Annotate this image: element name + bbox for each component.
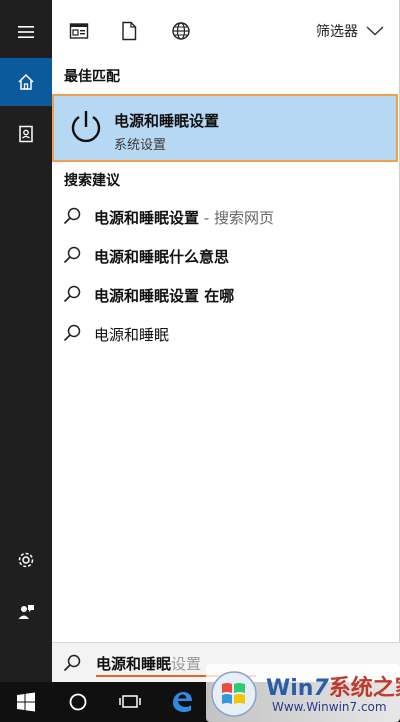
home-button[interactable] — [0, 58, 52, 106]
suggestion-query: 电源和睡眠什么意思 — [94, 248, 230, 266]
best-match-heading: 最佳匹配 — [64, 69, 120, 85]
gear-icon — [18, 552, 34, 568]
feedback-icon — [18, 605, 34, 619]
search-typed-text: 电源和睡眠 — [96, 655, 172, 673]
suggestion-text: 电源和睡眠什么意思 — [94, 246, 229, 267]
suggestion-query: 电源和睡眠 — [94, 326, 170, 344]
search-results-pane: 筛选器 最佳匹配 电源和睡眠设置 系统设置 搜索建议 电源和睡眠设置 - 搜索网… — [52, 0, 400, 682]
app-window-icon — [69, 23, 89, 39]
web-filter-button[interactable] — [168, 18, 194, 44]
power-icon — [66, 106, 106, 150]
chevron-down-icon — [366, 26, 384, 36]
menu-button[interactable] — [0, 8, 52, 56]
feedback-button[interactable] — [0, 588, 52, 636]
watermark-brand-number: 7 — [313, 676, 329, 701]
suggestion-text: 电源和睡眠设置 在哪 — [94, 285, 234, 306]
cortana-circle-icon — [69, 693, 87, 711]
edge-browser-button[interactable] — [156, 682, 208, 722]
search-icon — [63, 207, 81, 225]
start-button[interactable] — [0, 682, 52, 722]
best-match-result[interactable]: 电源和睡眠设置 系统设置 — [52, 94, 398, 162]
search-icon — [63, 285, 81, 303]
document-icon — [122, 21, 137, 41]
suggestion-item[interactable]: 电源和睡眠 — [52, 316, 398, 350]
filter-toolbar: 筛选器 — [52, 0, 400, 58]
filter-label: 筛选器 — [316, 24, 358, 40]
filter-dropdown[interactable]: 筛选器 — [316, 20, 384, 42]
suggestion-query: 电源和睡眠设置 在哪 — [94, 287, 235, 305]
suggestion-text: 电源和睡眠设置 - 搜索网页 — [94, 207, 274, 228]
suggestion-text: 电源和睡眠 — [94, 324, 169, 345]
suggestion-hint: - 搜索网页 — [199, 209, 274, 227]
best-match-subtitle: 系统设置 — [114, 138, 167, 153]
apps-filter-button[interactable] — [66, 18, 92, 44]
settings-button[interactable] — [0, 536, 52, 584]
task-view-icon — [119, 695, 141, 708]
suggestions-heading: 搜索建议 — [64, 173, 120, 189]
windows-logo-icon — [17, 692, 35, 712]
search-query: 电源和睡眠设置 — [96, 653, 201, 674]
watermark-brand-prefix: Win — [266, 676, 314, 701]
suggestion-item[interactable]: 电源和睡眠设置 在哪 — [52, 277, 398, 311]
site-watermark: Win7系统之家 Www.Winwin7.com — [206, 664, 400, 722]
task-view-button[interactable] — [104, 682, 156, 722]
home-icon — [18, 73, 34, 90]
hamburger-icon — [18, 26, 34, 38]
search-window: 筛选器 最佳匹配 电源和睡眠设置 系统设置 搜索建议 电源和睡眠设置 - 搜索网… — [0, 0, 400, 722]
windows7-logo-icon — [211, 671, 257, 717]
edge-icon — [173, 692, 192, 712]
watermark-url: Www.Winwin7.com — [272, 700, 387, 714]
search-icon — [63, 324, 81, 342]
left-rail — [0, 0, 52, 682]
documents-filter-button[interactable] — [116, 18, 142, 44]
notebook-button[interactable] — [0, 110, 52, 158]
suggestion-item[interactable]: 电源和睡眠什么意思 — [52, 238, 398, 272]
search-autocomplete-text: 设置 — [171, 655, 202, 673]
search-icon — [63, 246, 81, 264]
cortana-button[interactable] — [52, 682, 104, 722]
suggestion-item[interactable]: 电源和睡眠设置 - 搜索网页 — [52, 199, 398, 233]
globe-icon — [172, 22, 190, 40]
notebook-icon — [19, 125, 33, 143]
watermark-brand-suffix: 系统之家 — [328, 676, 400, 701]
suggestion-query: 电源和睡眠设置 — [94, 209, 200, 227]
search-icon — [63, 654, 81, 672]
best-match-title: 电源和睡眠设置 — [114, 112, 220, 130]
watermark-brand: Win7系统之家 — [266, 670, 400, 702]
